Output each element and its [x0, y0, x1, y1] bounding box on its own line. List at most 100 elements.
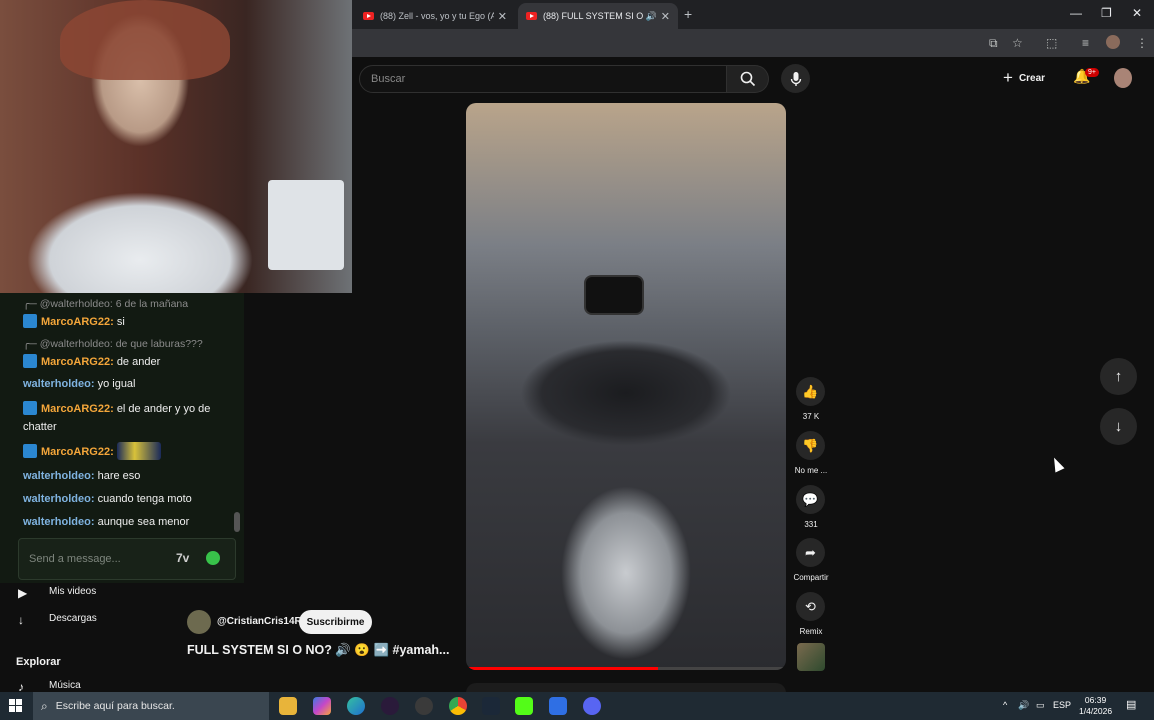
like-button[interactable]: 👍 — [796, 377, 825, 406]
video-frame-dashboard — [584, 275, 644, 315]
remix-button[interactable]: ⟲ — [796, 592, 825, 621]
comments-button[interactable]: 💬 — [796, 485, 825, 514]
bookmark-star-icon[interactable]: ☆ — [1012, 36, 1023, 50]
emote-image — [116, 442, 161, 460]
chat-username[interactable]: MarcoARG22: — [41, 446, 114, 458]
comments-count: 331 — [804, 520, 818, 529]
tab-full-system[interactable]: (88) FULL SYSTEM SI O NO? 🔊 ✕ — [518, 3, 678, 29]
sidebar-item-downloads[interactable]: ↓ Descargas — [18, 613, 138, 627]
create-label: Crear — [1018, 72, 1046, 84]
browser-toolbar: ⧉ ☆ ⬚ ≡ ⋮ — [352, 29, 1154, 57]
kick-icon[interactable] — [515, 697, 533, 715]
sidebar-item-music[interactable]: ♪ Música — [18, 680, 138, 694]
comment-icon: 💬 — [802, 491, 819, 507]
like-count: 37 K — [802, 412, 820, 421]
notification-center-icon[interactable]: ▤ — [1126, 698, 1136, 711]
arrow-down-icon: ↓ — [1114, 418, 1123, 435]
windows-start-icon[interactable] — [9, 699, 22, 712]
tab-title: (88) Zell - vos, yo y tu Ego (Aud — [380, 11, 494, 21]
previous-short-button[interactable]: ↑ — [1100, 358, 1137, 395]
taskbar-search-input[interactable]: ⌕ Escribe aquí para buscar. — [33, 692, 269, 720]
close-tab-icon[interactable]: ✕ — [498, 10, 507, 23]
play-square-icon: ▶ — [18, 586, 28, 600]
chat-message: walterholdeo: yo igual — [23, 378, 136, 390]
notifications-badge: 9+ — [1085, 68, 1099, 77]
account-avatar[interactable] — [1114, 68, 1132, 88]
share-icon: ➦ — [805, 544, 816, 560]
discord-icon[interactable] — [583, 697, 601, 715]
search-button[interactable] — [727, 65, 769, 93]
video-progress-fill — [466, 667, 658, 670]
channel-name[interactable]: @CristianCris14R — [217, 616, 302, 627]
chat-message: walterholdeo: aunque sea menor — [23, 516, 190, 528]
close-tab-icon[interactable]: ✕ — [661, 10, 670, 23]
extensions-icon[interactable]: ⬚ — [1046, 36, 1057, 50]
chat-scrollbar[interactable] — [234, 512, 240, 532]
search-icon — [740, 71, 755, 87]
search-input[interactable]: Buscar — [359, 65, 727, 93]
language-indicator[interactable]: ESP — [1053, 700, 1071, 710]
app-icon[interactable] — [415, 697, 433, 715]
taskbar-clock[interactable]: 06:39 1/4/2026 — [1079, 695, 1112, 717]
network-icon[interactable]: ▭ — [1036, 700, 1045, 711]
chat-input[interactable]: Send a message... 7v — [18, 538, 236, 580]
badge-icon — [23, 354, 37, 368]
close-window-button[interactable]: ✕ — [1132, 6, 1142, 20]
share-label: Compartir — [793, 573, 829, 582]
minimize-button[interactable]: — — [1070, 6, 1082, 20]
sidebar-section-title: Explorar — [16, 656, 61, 668]
clock-date: 1/4/2026 — [1079, 706, 1113, 716]
chat-input-placeholder: Send a message... — [29, 553, 121, 565]
next-short-button[interactable]: ↓ — [1100, 408, 1137, 445]
new-tab-button[interactable]: + — [684, 6, 692, 22]
profile-avatar[interactable] — [1106, 35, 1120, 49]
chat-username[interactable]: MarcoARG22: — [41, 316, 114, 328]
subscribe-button[interactable]: Suscribirme — [299, 610, 372, 634]
edge-icon[interactable] — [347, 697, 365, 715]
install-app-icon[interactable]: ⧉ — [989, 36, 998, 51]
tray-chevron-icon[interactable]: ^ — [1003, 700, 1007, 710]
chat-message: MarcoARG22: el de ander y yo de chatter — [23, 401, 211, 433]
browser-menu-icon[interactable]: ⋮ — [1136, 36, 1148, 50]
sidebar-item-label: Música — [49, 680, 81, 691]
copilot-icon[interactable] — [313, 697, 331, 715]
thumbs-up-icon: 👍 — [802, 383, 819, 399]
short-video-player[interactable] — [466, 103, 786, 670]
channel-avatar[interactable] — [187, 610, 211, 634]
chat-username[interactable]: walterholdeo: — [23, 516, 95, 528]
chat-message: MarcoARG22: de ander — [23, 354, 233, 370]
create-button[interactable]: + Crear — [1003, 67, 1045, 89]
sidebar-item-my-videos[interactable]: ▶ Mis videos — [18, 586, 138, 600]
app-icon[interactable] — [549, 697, 567, 715]
chrome-icon[interactable] — [449, 697, 467, 715]
file-explorer-icon[interactable] — [279, 697, 297, 715]
tab-zell[interactable]: (88) Zell - vos, yo y tu Ego (Aud ✕ — [355, 3, 515, 29]
volume-icon[interactable]: 🔊 — [1018, 700, 1029, 711]
chat-username[interactable]: MarcoARG22: — [41, 403, 114, 415]
steam-icon[interactable] — [482, 697, 500, 715]
badge-icon — [23, 444, 37, 458]
chat-message: MarcoARG22: si — [23, 314, 233, 330]
chat-message: walterholdeo: hare eso — [23, 470, 141, 482]
audio-thumbnail[interactable] — [797, 643, 825, 671]
chat-username[interactable]: walterholdeo: — [23, 378, 95, 390]
voice-search-button[interactable] — [781, 64, 810, 93]
seventv-icon[interactable]: 7v — [176, 551, 189, 565]
chat-username[interactable]: walterholdeo: — [23, 470, 95, 482]
download-icon: ↓ — [18, 613, 24, 627]
sidebar-item-label: Descargas — [49, 613, 97, 624]
chat-username[interactable]: MarcoARG22: — [41, 356, 114, 368]
share-button[interactable]: ➦ — [796, 538, 825, 567]
chat-username[interactable]: walterholdeo: — [23, 493, 95, 505]
remix-icon: ⟲ — [805, 598, 816, 614]
dislike-button[interactable]: 👎 — [796, 431, 825, 460]
clock-time: 06:39 — [1084, 695, 1107, 705]
obs-icon[interactable] — [381, 697, 399, 715]
speaker-icon[interactable]: 🔊 — [646, 11, 657, 22]
restore-button[interactable]: ❐ — [1101, 6, 1112, 20]
search-icon: ⌕ — [41, 698, 48, 713]
short-title[interactable]: FULL SYSTEM SI O NO? 🔊 😮 ➡️ #yamah... — [187, 643, 457, 658]
microphone-icon — [790, 71, 801, 86]
emote-picker-icon[interactable] — [206, 551, 220, 565]
media-control-icon[interactable]: ≡ — [1082, 36, 1089, 50]
